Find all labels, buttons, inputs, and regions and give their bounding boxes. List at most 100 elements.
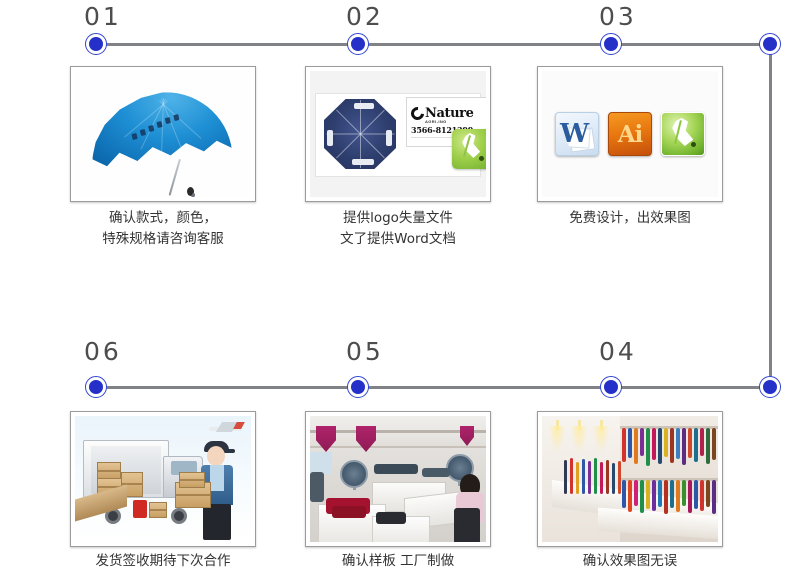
- step-number-04: 04: [599, 337, 637, 366]
- shipping-illustration: [75, 416, 251, 542]
- step-image-frame-03: W Ai: [537, 66, 723, 202]
- black-fabric: [310, 472, 324, 502]
- step-caption-04: 确认效果图无误: [582, 553, 678, 569]
- factory-workshop-photo: [310, 416, 486, 542]
- step-image-frame-01: [70, 66, 256, 202]
- hanging-umbrella: [676, 428, 680, 459]
- step-caption-06: 发货签收期待下次合作: [95, 553, 231, 569]
- corner-node-top-right[interactable]: [759, 33, 781, 55]
- connector-line-right: [769, 43, 772, 388]
- hanging-umbrella: [700, 428, 704, 456]
- hanging-umbrella: [634, 428, 638, 464]
- step-node-dot: [351, 37, 365, 51]
- software-icon-row: W Ai: [542, 71, 718, 197]
- coreldraw-dot: [691, 142, 696, 147]
- stock-goods: [422, 468, 450, 477]
- coreldraw-icon: [661, 112, 705, 156]
- word-icon-letter: W: [560, 119, 590, 149]
- carried-parcel: [179, 472, 205, 488]
- step-caption-05: 确认样板 工厂制做: [341, 553, 455, 569]
- standing-umbrella: [618, 461, 621, 494]
- hanging-umbrella: [712, 480, 716, 514]
- step-node-01[interactable]: [85, 33, 107, 55]
- step-number-03: 03: [599, 2, 637, 31]
- hanging-umbrella: [682, 480, 686, 506]
- hanging-umbrella: [670, 428, 674, 463]
- hanging-umbrella: [694, 428, 698, 462]
- step-number-02: 02: [346, 2, 384, 31]
- octagon-rib: [336, 133, 361, 159]
- step-node-04[interactable]: [600, 376, 622, 398]
- step-node-dot: [351, 380, 365, 394]
- standing-umbrella: [570, 458, 573, 494]
- stock-goods: [374, 464, 418, 474]
- plane-tail: [233, 422, 245, 429]
- courier-head: [207, 446, 225, 466]
- hanging-umbrella: [706, 480, 710, 507]
- nature-logo-subtext: AGRI-ING: [425, 119, 447, 124]
- red-bucket: [133, 500, 147, 518]
- coreldraw-dot: [479, 156, 484, 161]
- illustrator-icon: Ai: [608, 112, 652, 156]
- step-image-frame-02: Nature AGRI-ING 3566-8121399: [305, 66, 491, 202]
- process-flow-diagram: 01 02 03 06 05 04 Nature AGRI-ING 3566-8…: [0, 0, 806, 585]
- logo-vector-file-photo: Nature AGRI-ING 3566-8121399: [310, 71, 486, 197]
- hanging-umbrella: [646, 428, 650, 466]
- standing-umbrella: [564, 460, 567, 494]
- step-node-06[interactable]: [85, 376, 107, 398]
- umbrella-showroom-photo: [542, 416, 718, 542]
- step-caption-03: 免费设计，出效果图: [569, 210, 691, 226]
- worker-apron: [454, 508, 480, 542]
- standing-umbrella: [582, 459, 585, 494]
- black-fabric: [376, 512, 406, 524]
- step-node-02[interactable]: [347, 33, 369, 55]
- step-image-frame-05: [305, 411, 491, 547]
- hanging-umbrella: [670, 480, 674, 508]
- connector-line-bottom: [94, 386, 776, 389]
- factory-beam: [310, 430, 486, 433]
- pink-curtain: [356, 426, 376, 452]
- step-number-06: 06: [84, 337, 122, 366]
- hanging-umbrella: [622, 480, 626, 508]
- hanging-umbrella: [646, 480, 650, 509]
- pink-curtain: [316, 426, 336, 452]
- coreldraw-icon: [452, 129, 486, 169]
- step-node-03[interactable]: [600, 33, 622, 55]
- octagon-panel-label: [354, 103, 374, 109]
- hanging-umbrella: [652, 428, 656, 460]
- hanging-umbrella: [628, 480, 632, 512]
- step-image-frame-06: [70, 411, 256, 547]
- truck-wheel: [171, 508, 187, 524]
- factory-window: [310, 452, 332, 474]
- step-number-05: 05: [346, 337, 384, 366]
- step-node-dot: [89, 37, 103, 51]
- word-icon: W: [555, 112, 599, 156]
- courier-shirt: [210, 465, 224, 491]
- illustrator-icon-letters: Ai: [617, 120, 644, 148]
- corner-node-bottom-right[interactable]: [759, 376, 781, 398]
- airplane-icon: [209, 422, 245, 436]
- hanging-umbrella: [658, 428, 662, 464]
- hanging-umbrella: [694, 480, 698, 509]
- lamp-glow: [571, 426, 587, 452]
- step-node-05[interactable]: [347, 376, 369, 398]
- logo-file-illustration: Nature AGRI-ING 3566-8121399: [310, 71, 486, 197]
- hanging-umbrella: [676, 480, 680, 512]
- octagon-panel-label: [386, 130, 392, 146]
- hanging-umbrella: [664, 428, 668, 457]
- hanging-umbrella: [640, 480, 644, 513]
- umbrella-shaft: [168, 158, 181, 196]
- hanging-umbrella: [688, 480, 692, 513]
- hanging-umbrella: [688, 428, 692, 458]
- standing-umbrella: [594, 458, 597, 494]
- step-node-dot: [763, 37, 777, 51]
- hanging-umbrella: [628, 428, 632, 458]
- octagon-panel-label: [327, 130, 333, 146]
- octagon-panel-label: [352, 159, 374, 165]
- design-software-icons-photo: W Ai: [542, 71, 718, 197]
- standing-umbrella: [588, 461, 591, 494]
- step-caption-02: 提供logo失量文件 文了提供Word文档: [340, 210, 456, 247]
- red-fabric-pile: [332, 506, 366, 518]
- courier-trousers: [203, 504, 231, 540]
- lamp-glow: [549, 426, 565, 452]
